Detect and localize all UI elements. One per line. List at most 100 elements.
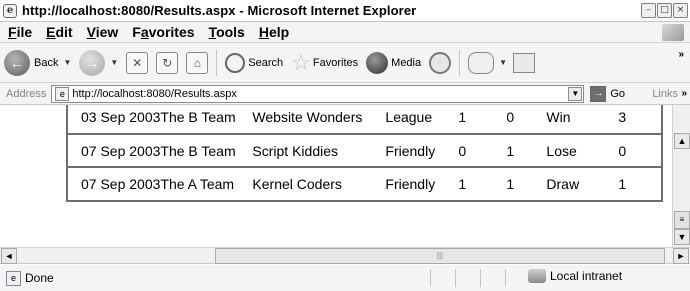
menu-tools[interactable]: Tools xyxy=(203,24,251,40)
cell-date: 03 Sep 2003 xyxy=(81,109,161,125)
horizontal-scrollbar[interactable]: ◄ ||| ► xyxy=(0,247,690,264)
cell-points: 1 xyxy=(618,176,627,192)
search-button[interactable]: Search xyxy=(221,47,287,79)
cell-result: Win xyxy=(546,109,571,125)
mail-button[interactable]: ▼ xyxy=(464,47,539,79)
table-row: 03 Sep 2003 The B Team Website Wonders Leag… xyxy=(68,105,661,134)
scroll-down-icon[interactable]: ▼ xyxy=(674,229,690,245)
menu-favorites-pre: F xyxy=(132,24,141,40)
cell-team: The B Team xyxy=(160,109,236,125)
address-url[interactable]: http://localhost:8080/Results.aspx xyxy=(72,88,236,100)
standard-toolbar: ← Back ▼ → ▼ ✕ ↻ ⌂ Search ☆ Favorites Me… xyxy=(0,43,690,83)
menu-file[interactable]: File xyxy=(2,24,38,40)
menu-favorites[interactable]: Favorites xyxy=(126,24,200,40)
search-label: Search xyxy=(248,56,284,69)
cell-result: Lose xyxy=(546,142,577,159)
intranet-icon xyxy=(528,269,546,283)
menu-favorites-rest: vorites xyxy=(148,24,195,40)
refresh-button[interactable]: ↻ xyxy=(152,47,182,79)
zone-label: Local intranet xyxy=(550,269,623,283)
menu-edit-rest: dit xyxy=(55,24,73,40)
status-divider xyxy=(430,269,431,287)
table-row: 07 Sep 2003 The B Team Script Kiddies Frien… xyxy=(68,134,661,167)
cell-match-type: League xyxy=(385,109,433,125)
favorites-star-icon: ☆ xyxy=(291,49,311,75)
menu-view-rest: iew xyxy=(95,24,119,40)
table-row: 07 Sep 2003 The A Team Kernel Coders Friend… xyxy=(68,167,661,200)
results-table: 03 Sep 2003 The B Team Website Wonders Leag… xyxy=(66,105,663,202)
media-icon xyxy=(366,51,389,74)
back-arrow-icon: ← xyxy=(4,49,30,76)
mail-dropdown-icon[interactable]: ▼ xyxy=(499,58,507,67)
cell-team: The B Team xyxy=(160,142,236,159)
back-dropdown-icon[interactable]: ▼ xyxy=(63,58,71,67)
cell-result: Draw xyxy=(546,176,580,192)
ie-page-icon: e xyxy=(3,3,17,18)
search-icon xyxy=(225,52,246,73)
windows-logo-icon xyxy=(662,24,684,41)
menu-help-accel: H xyxy=(258,24,269,40)
forward-button[interactable]: → ▼ xyxy=(75,47,122,79)
favorites-button[interactable]: ☆ Favorites xyxy=(287,47,362,79)
cell-score-for: 1 xyxy=(458,176,467,192)
address-input[interactable]: e http://localhost:8080/Results.aspx ▼ xyxy=(51,84,585,103)
forward-dropdown-icon[interactable]: ▼ xyxy=(110,58,118,67)
scroll-up-icon[interactable]: ▲ xyxy=(674,133,690,149)
favorites-label: Favorites xyxy=(312,56,359,69)
stop-button[interactable]: ✕ xyxy=(122,47,152,79)
media-label: Media xyxy=(391,56,422,69)
go-arrow-icon: → xyxy=(590,85,607,102)
vertical-scroll-thumb[interactable]: ≡ xyxy=(674,211,690,229)
title-bar: e http://localhost:8080/Results.aspx - M… xyxy=(0,0,690,22)
home-button[interactable]: ⌂ xyxy=(182,47,212,79)
security-zone[interactable]: Local intranet xyxy=(528,269,622,283)
menu-edit[interactable]: Edit xyxy=(40,24,78,40)
toolbar-chevron-icon[interactable]: » xyxy=(678,49,684,60)
page-content: 03 Sep 2003 The B Team Website Wonders Leag… xyxy=(0,105,672,247)
cell-score-for: 0 xyxy=(458,142,467,159)
media-button[interactable]: Media xyxy=(362,47,425,79)
links-chevron-icon[interactable]: » xyxy=(681,88,687,99)
menu-view[interactable]: View xyxy=(81,24,125,40)
back-button[interactable]: ← Back ▼ xyxy=(0,47,75,79)
vertical-scrollbar[interactable]: ▲ ≡ ▼ xyxy=(672,105,690,247)
history-icon xyxy=(429,51,452,74)
status-divider-4 xyxy=(505,269,506,287)
links-label[interactable]: Links xyxy=(652,88,678,100)
page-icon: e xyxy=(55,86,70,101)
cell-team: The A Team xyxy=(160,176,235,192)
print-icon[interactable] xyxy=(513,52,536,73)
menu-favorites-accel: a xyxy=(140,24,149,40)
cell-date: 07 Sep 2003 xyxy=(81,176,161,192)
scroll-right-icon[interactable]: ► xyxy=(673,248,689,264)
cell-score-against: 1 xyxy=(506,142,515,159)
horizontal-scroll-thumb[interactable]: ||| xyxy=(215,248,665,264)
cell-opponent: Script Kiddies xyxy=(252,142,338,159)
status-text: Done xyxy=(25,271,54,285)
scroll-left-icon[interactable]: ◄ xyxy=(1,248,17,264)
menu-file-rest: ile xyxy=(16,24,33,40)
back-label: Back xyxy=(34,56,59,69)
menu-tools-rest: ools xyxy=(216,24,245,40)
results-body: 03 Sep 2003 The B Team Website Wonders Leag… xyxy=(68,105,661,200)
menu-view-accel: V xyxy=(86,24,96,40)
stop-icon: ✕ xyxy=(126,51,149,74)
forward-arrow-icon: → xyxy=(79,49,106,76)
menu-bar: File Edit View Favorites Tools Help xyxy=(0,22,690,43)
cell-match-type: Friendly xyxy=(385,142,436,159)
cell-points: 3 xyxy=(618,109,627,125)
maximize-icon[interactable]: □ xyxy=(657,3,672,18)
address-dropdown-icon[interactable]: ▼ xyxy=(568,86,583,101)
window-title: http://localhost:8080/Results.aspx - Mic… xyxy=(22,3,417,18)
close-icon[interactable]: × xyxy=(673,3,688,18)
cell-score-against: 0 xyxy=(506,109,515,125)
status-divider-2 xyxy=(455,269,456,287)
go-button[interactable]: → Go xyxy=(590,85,625,102)
menu-help[interactable]: Help xyxy=(253,24,295,40)
toolbar-separator-2 xyxy=(459,49,461,76)
cell-score-for: 1 xyxy=(458,109,467,125)
results-grid: 03 Sep 2003 The B Team Website Wonders Leag… xyxy=(68,105,661,200)
history-button[interactable] xyxy=(425,47,455,79)
menu-help-rest: elp xyxy=(268,24,290,40)
minimize-icon[interactable]: – xyxy=(641,3,656,18)
